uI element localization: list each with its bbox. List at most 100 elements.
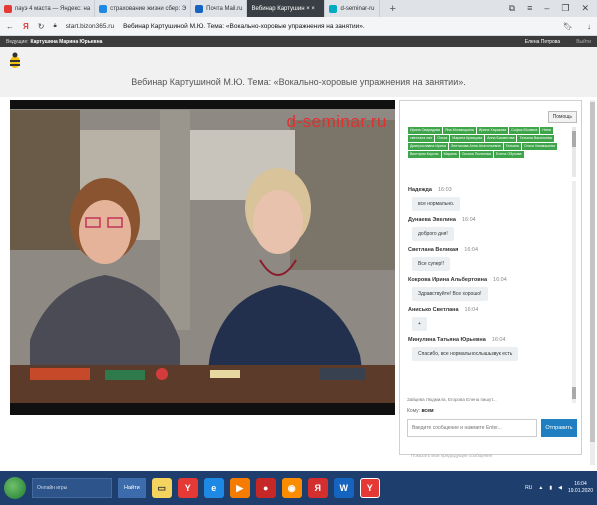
language-indicator[interactable]: RU: [525, 485, 532, 491]
recipient-select[interactable]: всем: [421, 408, 433, 414]
url-domain[interactable]: start.bizon365.ru: [66, 23, 114, 30]
message-author: Кокрова Ирина Альбертовна 16:04: [408, 277, 568, 283]
participant-chip[interactable]: Дмитрославна Ирина: [408, 143, 448, 150]
tab-label: пауэ 4 маста — Яндекс: на: [15, 5, 91, 12]
address-bar: ← Я ↻ 🔒︎ start.bizon365.ru Вебинар Карту…: [0, 17, 597, 36]
clock-time: 16:04: [574, 481, 587, 487]
tabs-icon[interactable]: ⧉: [509, 3, 515, 14]
video-player[interactable]: d-seminar.ru: [10, 100, 395, 415]
participant-chip[interactable]: Марина: [441, 151, 459, 158]
send-button[interactable]: Отправить: [541, 419, 577, 437]
host-label: Ведущие:: [6, 38, 29, 45]
bee-logo-icon: [10, 52, 20, 68]
participant-chip[interactable]: Елена Обухова: [493, 151, 524, 158]
taskbar-search-button[interactable]: Найти: [118, 478, 146, 498]
media-player-icon[interactable]: ▶: [229, 478, 250, 498]
participant-chip[interactable]: Фаттахова Анна Анатольевна: [448, 143, 503, 150]
webinar-header: Вебинар Картушиной М.Ю. Тема: «Вокально-…: [0, 47, 597, 97]
participants-scrollbar[interactable]: [572, 127, 576, 177]
tab-label: Вебинар Картушин × ×: [251, 5, 315, 12]
author-name[interactable]: Надежда: [408, 187, 432, 193]
video-letterbox-top: [10, 100, 395, 109]
taskbar-search-input[interactable]: Онлайн игры: [32, 478, 112, 498]
participant-chip[interactable]: Нина: [540, 127, 553, 134]
author-name[interactable]: Дунаева Эвелина: [408, 217, 456, 223]
browser-tab[interactable]: страхование жизни сбер: Э: [95, 0, 192, 17]
internet-explorer-icon[interactable]: e: [203, 478, 224, 498]
chrome-icon[interactable]: ◉: [281, 478, 302, 498]
recipient-label: Кому: всем: [407, 408, 434, 414]
search-icon: [99, 4, 108, 13]
back-icon[interactable]: ←: [6, 22, 14, 31]
participant-chip[interactable]: Ирина Харькова: [476, 127, 509, 134]
word-icon[interactable]: W: [333, 478, 354, 498]
user-name[interactable]: Елена Петрова: [525, 39, 560, 45]
app-icon[interactable]: ●: [255, 478, 276, 498]
author-name[interactable]: Кокрова Ирина Альбертовна: [408, 277, 487, 283]
maximize-icon[interactable]: ❐: [561, 3, 569, 14]
yandex-icon: [4, 4, 12, 13]
bookmark-icon[interactable]: 🔖︎: [563, 22, 573, 31]
yandex-icon[interactable]: Я: [307, 478, 328, 498]
mail-icon: [195, 4, 204, 13]
participant-chip[interactable]: светлана лян: [408, 135, 435, 142]
messages-scrollbar[interactable]: [572, 181, 576, 403]
author-name[interactable]: Анисько Светлана: [408, 307, 459, 313]
page-scrollbar[interactable]: [590, 100, 595, 465]
url-page-title[interactable]: Вебинар Картушиной М.Ю. Тема: «Вокально-…: [123, 23, 365, 30]
new-tab-button[interactable]: +: [380, 3, 406, 15]
clock[interactable]: 16:04 19.01.2020: [568, 481, 593, 495]
yandex-logo-icon[interactable]: Я: [23, 22, 29, 31]
site-header: Ведущие: Картушина Марина Юрьевна Елена …: [0, 36, 597, 47]
message-text: Здравствуйте! Все хорошо!: [412, 287, 488, 301]
participant-chip[interactable]: Яна Монмоцкина: [443, 127, 476, 134]
participant-chip[interactable]: Софья Юсимна: [509, 127, 540, 134]
taskbar-search-placeholder: Онлайн игры: [37, 485, 68, 491]
download-icon[interactable]: ↓: [587, 22, 591, 31]
file-explorer-icon[interactable]: ▭: [151, 478, 172, 498]
tray-arrow-icon[interactable]: ▲: [538, 485, 543, 491]
message-time: 16:04: [464, 247, 479, 253]
menu-icon[interactable]: ≡: [527, 3, 532, 14]
participant-chip[interactable]: Анна Бахметова: [485, 135, 517, 142]
message-time: 16:04: [464, 307, 479, 313]
participant-chip[interactable]: Ольга Химмашева: [521, 143, 557, 150]
participant-chip[interactable]: Ирина Свиридова: [408, 127, 443, 134]
participant-chip[interactable]: Ольга: [435, 135, 450, 142]
message-time: 16:03: [437, 187, 452, 193]
message-time: 16:04: [461, 217, 476, 223]
volume-icon[interactable]: ◀: [558, 485, 562, 491]
participant-chip[interactable]: Татьяна Васильева: [517, 135, 554, 142]
start-button[interactable]: [4, 477, 26, 499]
recipient-caption: Кому:: [407, 408, 421, 414]
browser-tab[interactable]: Почта Mail.ru: [191, 0, 248, 17]
browser-tab[interactable]: d-seminar-ru: [325, 0, 380, 17]
tab-label: страхование жизни сбер: Э: [110, 5, 187, 12]
webinar-title: Вебинар Картушиной М.Ю. Тема: «Вокально-…: [131, 77, 466, 87]
typing-indicator: Зайцева Людмила, Егорова Елена пишут...: [407, 397, 497, 402]
participant-chip[interactable]: Татьяна: [503, 143, 521, 150]
participant-chip[interactable]: Виктория Король: [408, 151, 441, 158]
reload-icon[interactable]: ↻: [38, 22, 45, 31]
author-name[interactable]: Светлана Великая: [408, 247, 458, 253]
author-name[interactable]: Минулина Татьяна Юрьевна: [408, 337, 486, 343]
participant-list: Ирина Свиридова Яна Монмоцкина Ирина Харьк…: [408, 127, 568, 177]
browser-tab[interactable]: пауэ 4 маста — Яндекс: на: [0, 0, 96, 17]
clock-date: 19.01.2020: [567, 488, 593, 494]
yandex-active-icon[interactable]: Y: [359, 478, 380, 498]
message-author: Светлана Великая 16:04: [408, 247, 568, 253]
participant-chip[interactable]: Марина Кривцова: [450, 135, 485, 142]
message-input[interactable]: [407, 419, 537, 437]
yandex-browser-icon[interactable]: Y: [177, 478, 198, 498]
logout-link[interactable]: Выйти: [576, 39, 591, 45]
browser-tab-active[interactable]: Вебинар Картушин × ×: [247, 0, 326, 17]
host-name: Картушина Марина Юрьевна: [30, 38, 103, 45]
participant-chip[interactable]: Оксана Пилатова: [459, 151, 493, 158]
close-icon[interactable]: ✕: [581, 3, 589, 14]
system-tray: RU ▲ ▮ ◀ 16:04 19.01.2020: [525, 481, 593, 495]
show-history-link[interactable]: Показать мои предыдущие сообщения: [399, 453, 582, 458]
message-text: Спасибо, все нормальнослышьзвук есть: [412, 347, 519, 361]
minimize-icon[interactable]: –: [544, 3, 549, 14]
help-button[interactable]: Помощь: [547, 111, 577, 123]
network-icon[interactable]: ▮: [549, 485, 552, 491]
